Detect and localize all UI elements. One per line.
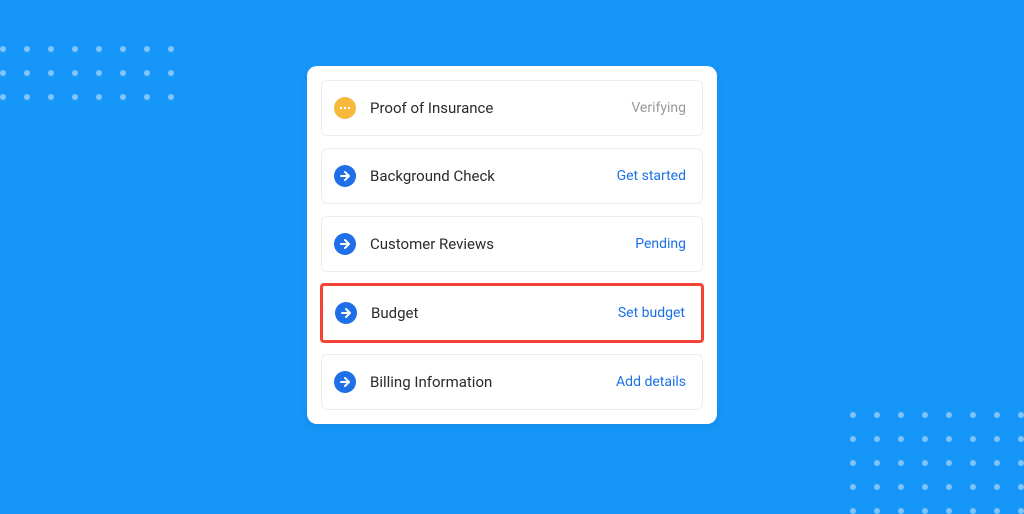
checklist-item-label: Billing Information	[370, 373, 616, 391]
checklist-item[interactable]: BudgetSet budget	[320, 283, 704, 343]
checklist-item-action[interactable]: Set budget	[618, 305, 685, 321]
checklist-item[interactable]: Customer ReviewsPending	[321, 216, 703, 272]
checklist-item[interactable]: Proof of InsuranceVerifying	[321, 80, 703, 136]
arrow-right-icon	[335, 302, 357, 324]
checklist-item[interactable]: Billing InformationAdd details	[321, 354, 703, 410]
arrow-right-icon	[334, 233, 356, 255]
arrow-right-icon	[334, 165, 356, 187]
decorative-dots-top-left	[0, 46, 174, 100]
checklist-item-action[interactable]: Pending	[635, 236, 686, 252]
checklist-item-label: Background Check	[370, 167, 617, 185]
decorative-dots-bottom-right	[850, 412, 1024, 514]
verifying-icon	[334, 97, 356, 119]
checklist-item-status: Verifying	[631, 100, 686, 116]
checklist-item-label: Proof of Insurance	[370, 99, 631, 117]
checklist-card: Proof of InsuranceVerifying Background Ch…	[307, 66, 717, 424]
arrow-right-icon	[334, 371, 356, 393]
checklist-item[interactable]: Background CheckGet started	[321, 148, 703, 204]
checklist-item-action[interactable]: Add details	[616, 374, 686, 390]
checklist-item-action[interactable]: Get started	[617, 168, 686, 184]
checklist-item-label: Customer Reviews	[370, 235, 635, 253]
checklist-item-label: Budget	[371, 304, 618, 322]
